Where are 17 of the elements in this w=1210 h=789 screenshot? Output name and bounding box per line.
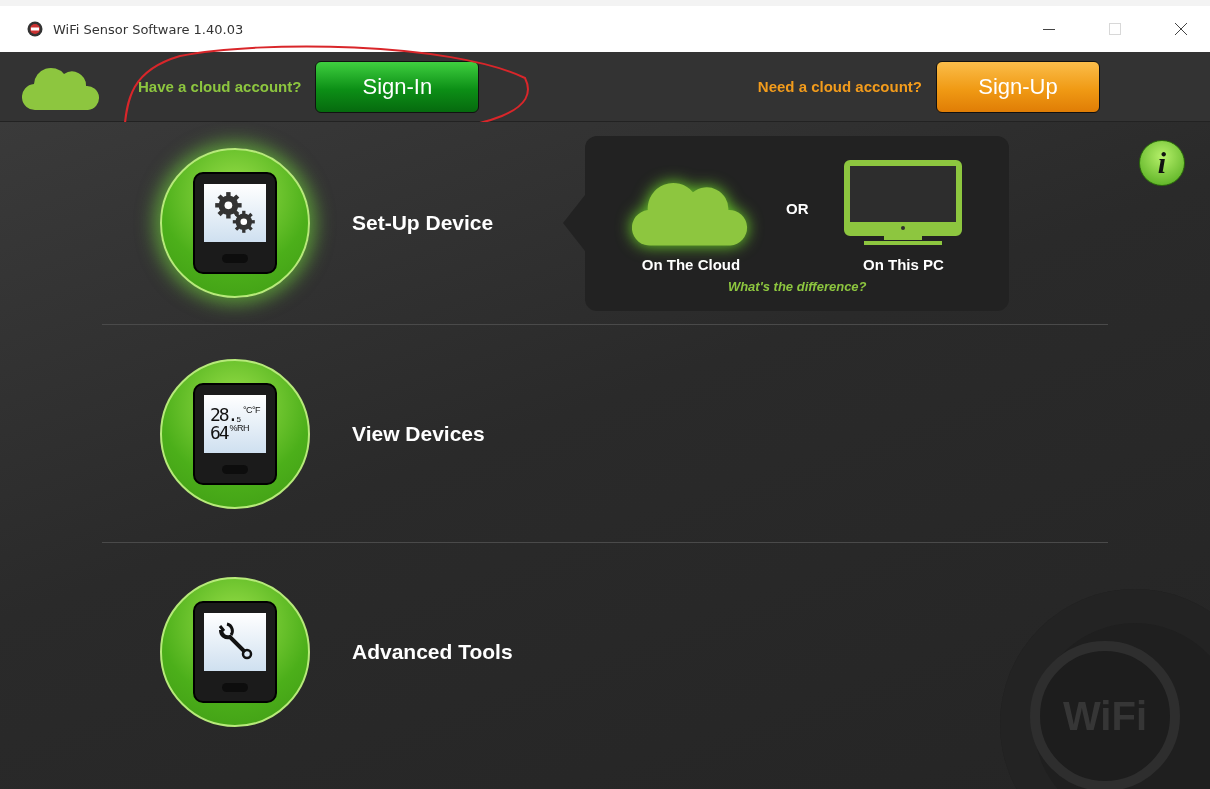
menu-label[interactable]: Advanced Tools: [352, 639, 513, 664]
sign-in-button[interactable]: Sign-In: [315, 60, 480, 113]
device-button[interactable]: [160, 148, 310, 298]
window-title: WiFi Sensor Software 1.40.03: [53, 21, 244, 37]
or-label: OR: [785, 199, 809, 217]
menu-label[interactable]: Set-Up Device: [352, 211, 494, 235]
close-icon[interactable]: [1174, 22, 1188, 36]
info-button[interactable]: i: [1139, 140, 1185, 186]
option-label[interactable]: On This PC: [863, 255, 944, 273]
monitor-icon[interactable]: [844, 159, 963, 248]
difference-link[interactable]: What's the difference?: [727, 278, 867, 294]
sign-in-prompt: Have a cloud account?: [138, 78, 302, 95]
app-logo-icon: [27, 21, 43, 37]
gears-icon: [213, 191, 257, 235]
sign-up-prompt: Need a cloud account?: [757, 78, 922, 95]
menu-label[interactable]: View Devices: [352, 421, 485, 446]
option-label[interactable]: On The Cloud: [641, 255, 741, 273]
